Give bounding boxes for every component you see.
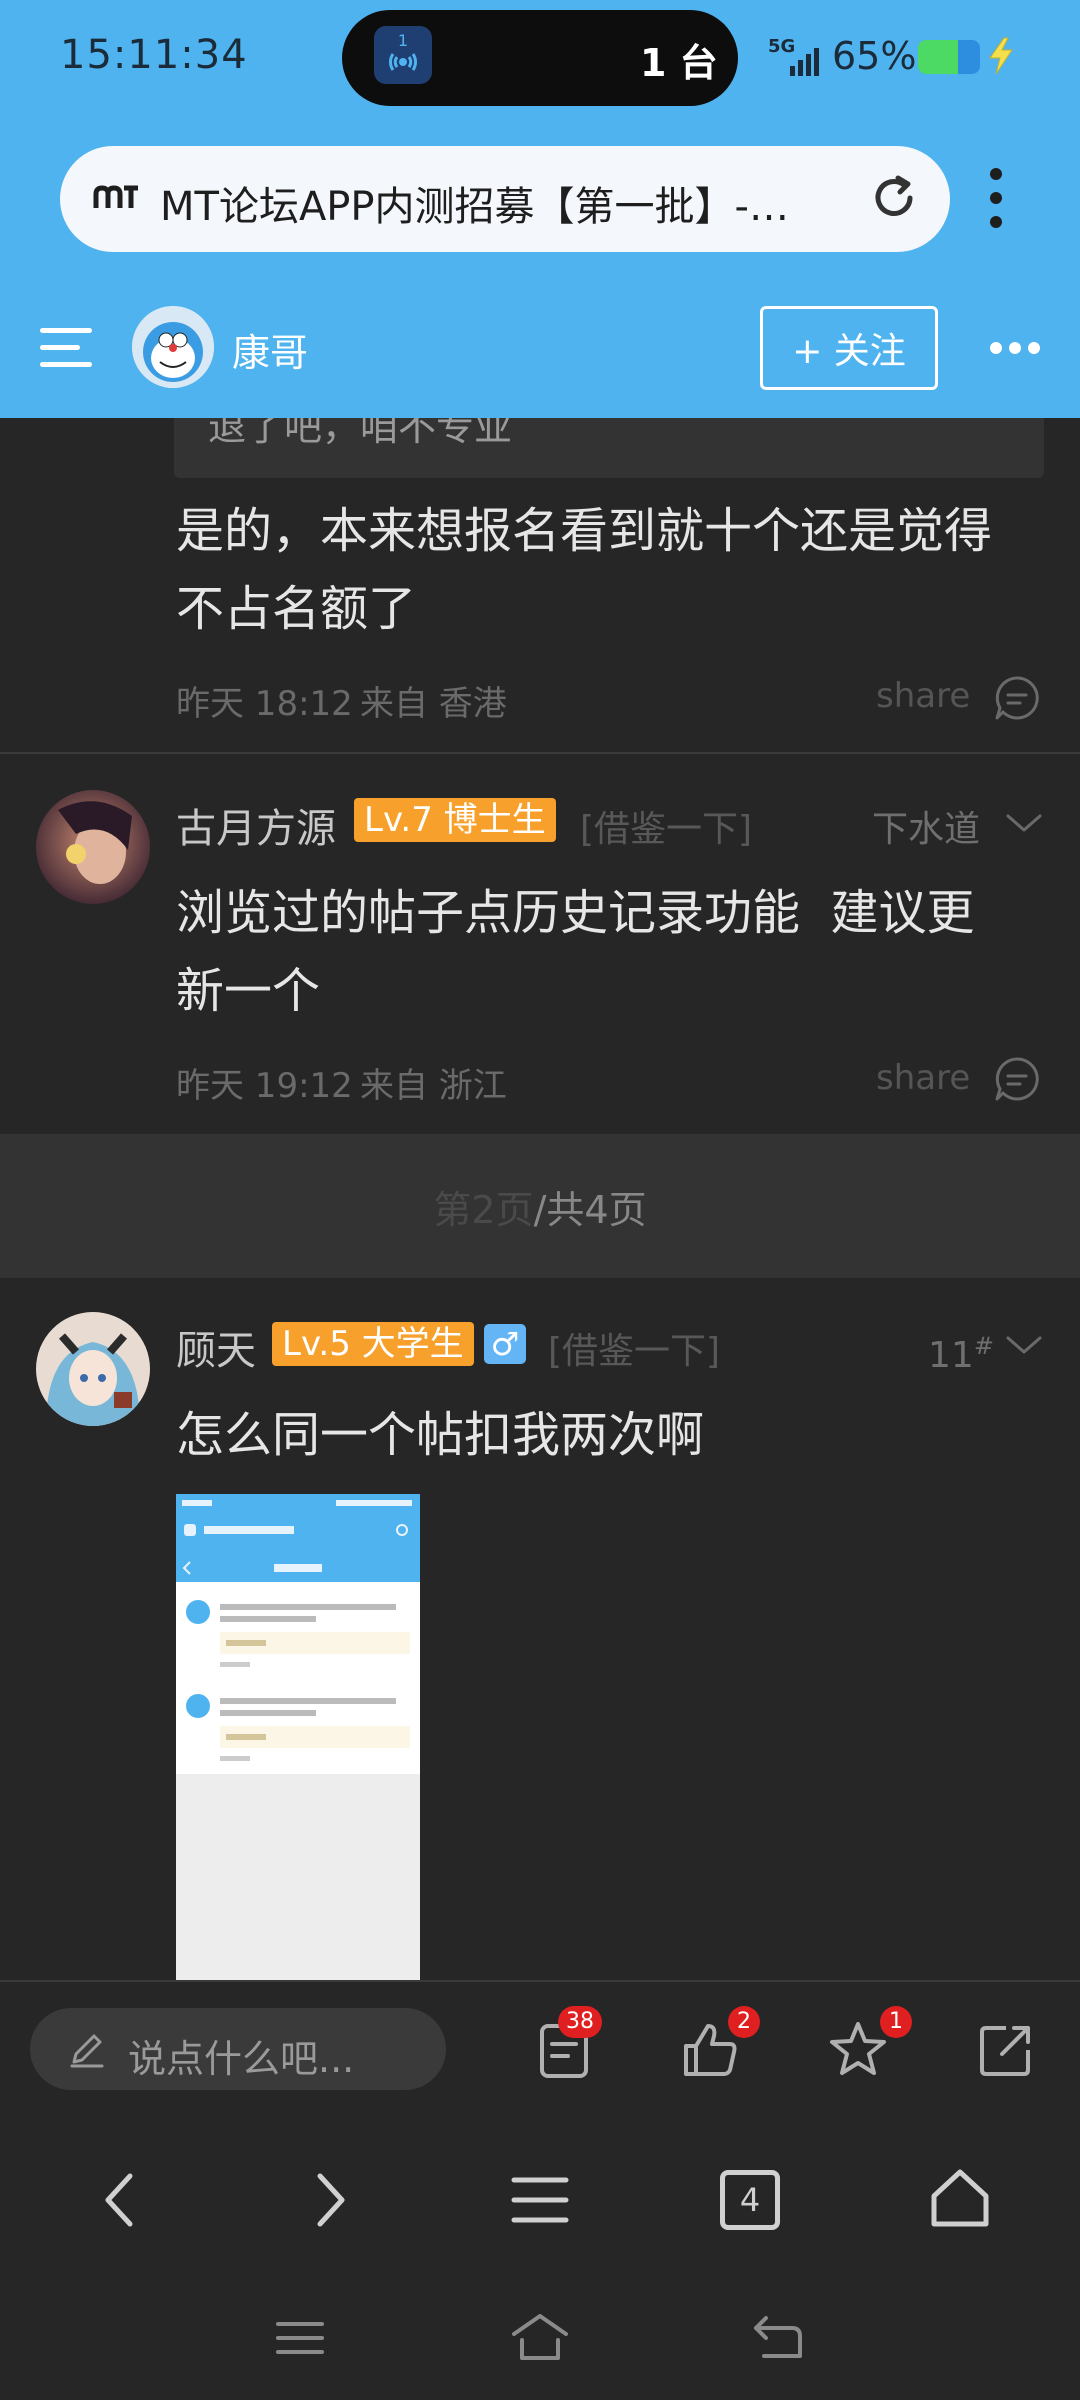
tabs-count: 4 — [739, 2181, 761, 2219]
user-tag: [借鉴一下] — [580, 809, 753, 850]
user-avatar[interactable] — [36, 1312, 150, 1426]
post-line: 不占名额了 — [176, 581, 417, 637]
share-link[interactable]: share — [876, 676, 970, 716]
post-text: 是的，本来想报名看到就十个还是觉得 不占名额了 — [176, 492, 992, 648]
signal-icon — [790, 48, 819, 76]
post-line: 是的，本来想报名看到就十个还是觉得 — [176, 503, 993, 559]
system-home-icon[interactable] — [510, 2312, 570, 2362]
tabs-icon[interactable]: 4 — [720, 2170, 780, 2230]
reload-icon[interactable] — [868, 172, 920, 224]
home-icon[interactable] — [928, 2166, 992, 2230]
more-dots-icon[interactable] — [988, 340, 1042, 356]
page-indicator[interactable]: 第2页/共4页 — [0, 1134, 1080, 1278]
battery-percent: 65% — [832, 34, 917, 78]
charging-icon — [989, 37, 1013, 75]
floor-sup: # — [973, 1332, 994, 1360]
favorites-count-badge: 1 — [880, 2006, 912, 2038]
likes-count-badge: 2 — [728, 2006, 760, 2038]
level-badge: Lv.5 大学生 — [272, 1322, 474, 1366]
post-location: 来自 浙江 — [360, 1066, 507, 1106]
status-time: 15:11:34 — [60, 32, 248, 78]
mt-logo-icon — [93, 185, 138, 208]
level-badge: Lv.7 博士生 — [354, 798, 556, 842]
menu-dots-icon[interactable] — [986, 166, 1006, 230]
island-count: 1 台 — [640, 41, 718, 85]
post-line: 浏览过的帖子点历史记录功能 建议更 — [176, 885, 975, 941]
current-page: 第2页 — [433, 1187, 534, 1232]
share-link[interactable]: share — [876, 1058, 970, 1098]
post-text: 怎么同一个帖扣我两次啊 — [176, 1396, 704, 1474]
system-back-icon[interactable] — [752, 2314, 804, 2360]
battery-icon — [918, 40, 980, 74]
gender-male-icon: ♂ — [484, 1324, 526, 1364]
quote-text: 退了吧，咱不专业 — [208, 418, 513, 449]
comment-bubble-icon[interactable] — [994, 1056, 1040, 1102]
comment-bubble-icon[interactable] — [994, 675, 1040, 721]
floor-label: 下水道 — [872, 809, 981, 850]
author-avatar[interactable] — [132, 306, 214, 388]
quote-clip: 退了吧，咱不专业 — [174, 418, 1044, 478]
total-pages: /共4页 — [533, 1187, 647, 1232]
recents-icon[interactable] — [276, 2318, 324, 2358]
user-avatar[interactable] — [36, 790, 150, 904]
post-line: 新一个 — [176, 963, 321, 1019]
follow-button[interactable]: + 关注 — [760, 306, 938, 390]
chevron-down-icon[interactable] — [1004, 1334, 1044, 1358]
star-icon[interactable] — [828, 2020, 888, 2080]
post-time: 昨天 18:12 — [176, 684, 353, 724]
edit-icon — [70, 2034, 104, 2068]
forward-icon[interactable] — [310, 2170, 350, 2230]
floor-number: 11# — [928, 1332, 994, 1376]
author-name[interactable]: 康哥 — [232, 322, 308, 377]
chevron-down-icon[interactable] — [1004, 812, 1044, 836]
share-out-icon[interactable] — [976, 2020, 1036, 2080]
username[interactable]: 顾天 — [176, 1318, 256, 1376]
comments-count-badge: 38 — [558, 2006, 602, 2038]
post-text: 浏览过的帖子点历史记录功能 建议更 新一个 — [176, 874, 975, 1030]
comment-placeholder[interactable]: 说点什么吧... — [128, 2028, 354, 2083]
battery-fill — [918, 40, 959, 74]
island-app-badge: 1 — [398, 31, 408, 50]
back-icon[interactable] — [100, 2170, 140, 2230]
post-time: 昨天 19:12 — [176, 1066, 353, 1106]
user-tag: [借鉴一下] — [548, 1331, 721, 1372]
page-title[interactable]: MT论坛APP内测招募【第一批】-… — [160, 174, 860, 232]
divider — [0, 752, 1080, 754]
post-location: 来自 香港 — [360, 684, 507, 724]
broadcast-app-icon[interactable]: 1 — [374, 26, 432, 84]
post-line: 怎么同一个帖扣我两次啊 — [176, 1407, 705, 1463]
menu-icon[interactable] — [510, 2170, 570, 2230]
username[interactable]: 古月方源 — [176, 796, 336, 854]
floor-value: 11 — [928, 1335, 974, 1376]
attached-image[interactable] — [176, 1494, 420, 1980]
hamburger-icon[interactable] — [40, 326, 92, 368]
